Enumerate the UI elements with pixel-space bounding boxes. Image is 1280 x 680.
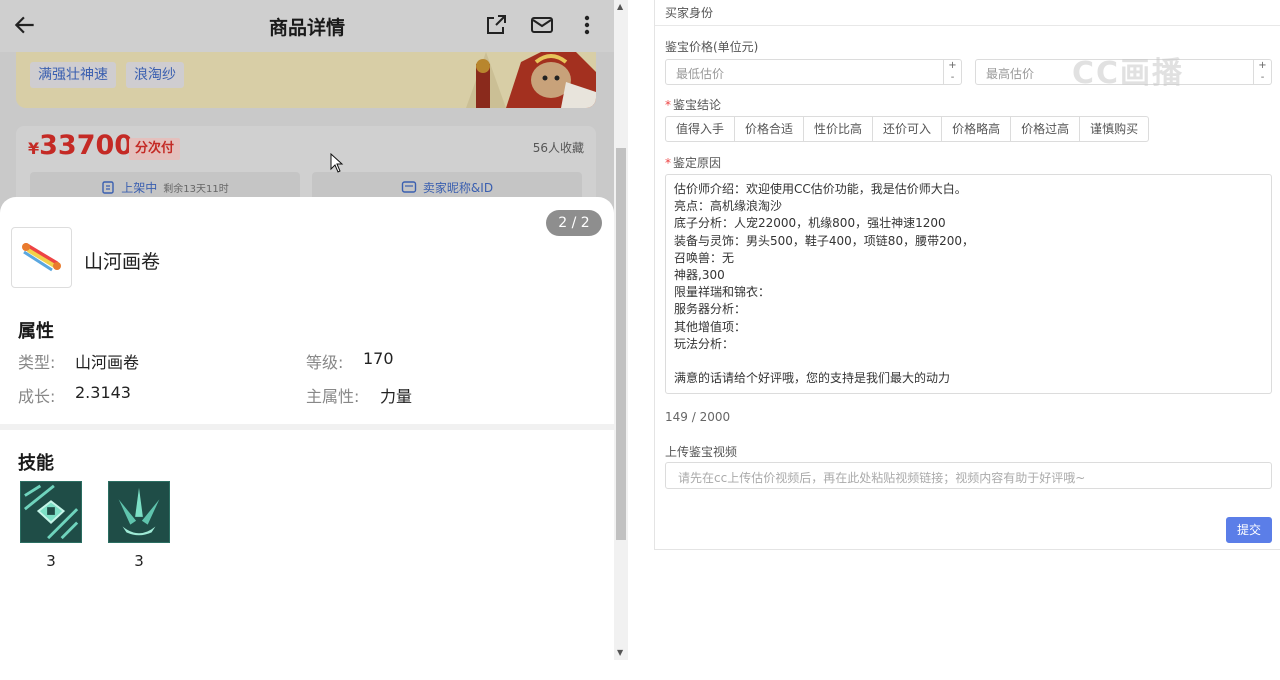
more-vertical-icon[interactable] <box>575 13 599 37</box>
attr-key-type: 类型: <box>18 353 56 372</box>
conclusion-option[interactable]: 价格过高 <box>1010 116 1081 142</box>
scroll-down-icon[interactable]: ▼ <box>617 648 623 657</box>
phone-pane: 商品详情 满强壮神速 浪淘纱 ¥33700 分次付 56人收藏 上架中 剩余13… <box>0 0 614 680</box>
attr-value-main: 力量 <box>380 387 413 406</box>
item-thumbnail[interactable] <box>11 227 72 288</box>
watermark: CC画播 <box>1072 56 1185 91</box>
tag-banner: 满强壮神速 浪淘纱 <box>16 52 596 108</box>
conclusion-option[interactable]: 价格合适 <box>734 116 805 142</box>
mail-icon[interactable] <box>530 13 554 37</box>
scrollbar[interactable]: ▲ ▼ <box>614 0 628 660</box>
stepper-icon[interactable]: + - <box>943 60 961 84</box>
share-icon[interactable] <box>484 13 508 37</box>
attr-key-level: 等级: <box>306 353 344 372</box>
reason-label: * 鉴定原因 <box>665 156 722 170</box>
section-divider <box>0 424 614 430</box>
conclusion-option[interactable]: 价格略高 <box>941 116 1012 142</box>
attr-value-level: 170 <box>363 349 394 368</box>
conclusion-option[interactable]: 值得入手 <box>665 116 736 142</box>
appraisal-form: 买家身份 鉴宝价格(单位元) 最低估价 + - 最高估价 + - * 鉴宝结论 值得入… <box>654 0 1280 550</box>
tag-chip[interactable]: 浪淘纱 <box>126 62 184 88</box>
scrollbar-thumb[interactable] <box>616 148 626 540</box>
attr-key-growth: 成长: <box>18 387 56 406</box>
attributes-heading: 属性 <box>18 321 54 342</box>
top-bar: 商品详情 <box>0 0 614 52</box>
skill-count: 3 <box>134 552 144 570</box>
item-name: 山河画卷 <box>84 251 161 273</box>
reason-textarea[interactable]: 估价师介绍：欢迎使用CC估价功能，我是估价师大白。 亮点：高机缘浪淘沙 底子分析… <box>665 174 1272 394</box>
conclusion-options: 值得入手 价格合适 性价比高 还价可入 价格略高 价格过高 谨慎购买 <box>665 116 1150 142</box>
skill-count: 3 <box>46 552 56 570</box>
video-link-input[interactable]: 请先在cc上传估价视频后，再在此处粘贴视频链接；视频内容有助于好评哦~ <box>665 462 1272 489</box>
conclusion-option[interactable]: 谨慎购买 <box>1079 116 1150 142</box>
attr-key-main: 主属性: <box>306 387 360 406</box>
character-art-icon <box>466 52 596 108</box>
skill-crest-icon[interactable] <box>20 481 82 543</box>
min-price-input[interactable]: 最低估价 + - <box>665 59 962 85</box>
installment-badge: 分次付 <box>129 138 181 160</box>
price-label: 鉴宝价格(单位元) <box>665 40 759 54</box>
attr-value-growth: 2.3143 <box>75 383 131 402</box>
tag-chip[interactable]: 满强壮神速 <box>30 62 116 88</box>
shop-icon <box>401 181 417 193</box>
stepper-icon[interactable]: + - <box>1253 60 1271 84</box>
mouse-cursor-icon <box>330 153 344 173</box>
favorite-count: 56人收藏 <box>532 141 584 155</box>
price: ¥33700 <box>28 130 134 161</box>
conclusion-option[interactable]: 性价比高 <box>803 116 874 142</box>
submit-button[interactable]: 提交 <box>1226 517 1272 543</box>
page-title: 商品详情 <box>268 17 345 39</box>
skill-blades-icon[interactable] <box>108 481 170 543</box>
item-detail-sheet: 2 / 2 山河画卷 属性 类型: 山河画卷 等级: 170 成长: 2.314… <box>0 197 614 680</box>
page-indicator: 2 / 2 <box>546 210 602 236</box>
scroll-painting-icon <box>22 243 61 272</box>
video-label: 上传鉴宝视频 <box>665 445 738 459</box>
conclusion-option[interactable]: 还价可入 <box>872 116 943 142</box>
listing-icon <box>102 181 114 194</box>
scroll-up-icon[interactable]: ▲ <box>617 2 623 11</box>
attr-value-type: 山河画卷 <box>75 353 140 372</box>
conclusion-label: * 鉴宝结论 <box>665 98 722 112</box>
skills-heading: 技能 <box>18 453 54 474</box>
char-counter: 149 / 2000 <box>665 410 731 424</box>
form-header: 买家身份 <box>655 0 1280 26</box>
